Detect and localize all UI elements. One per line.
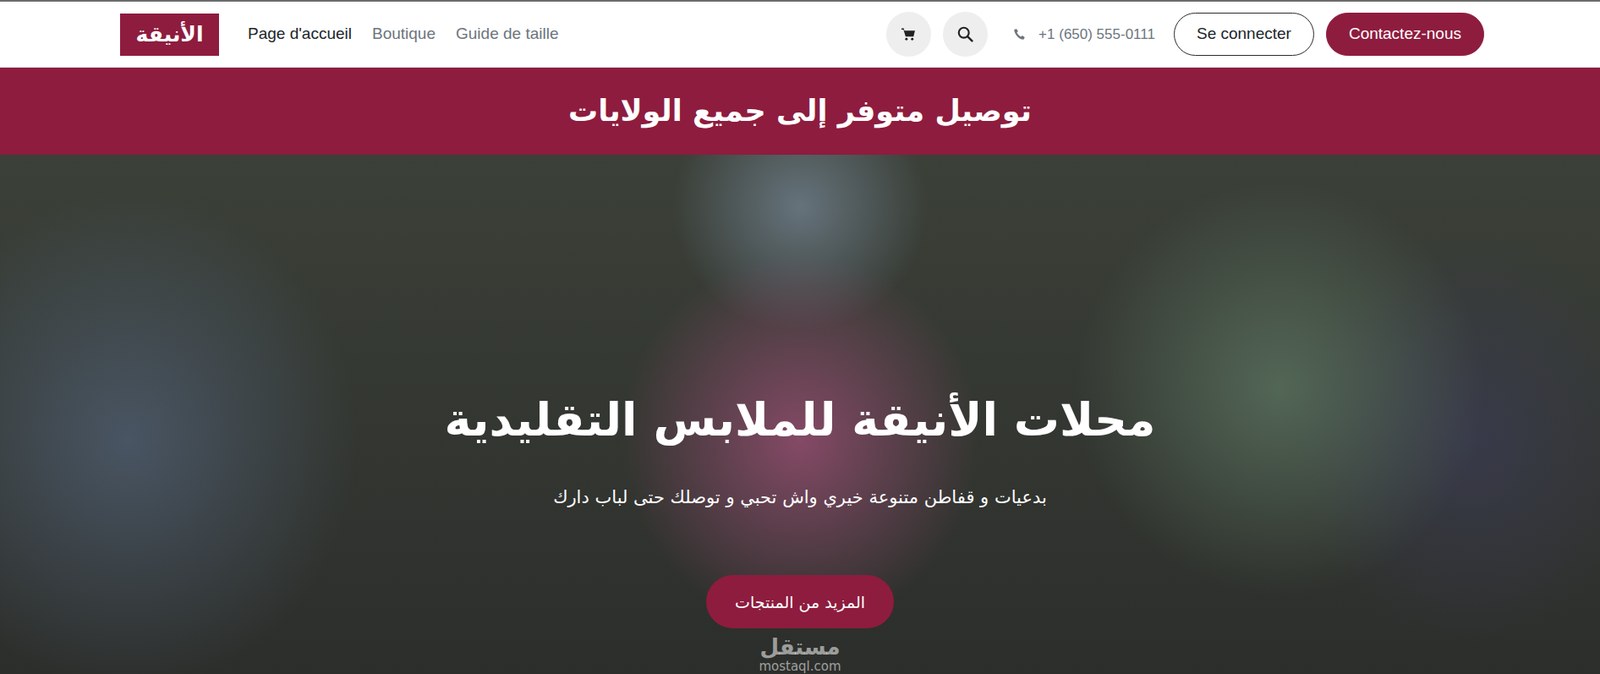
logo[interactable]: الأنيقة [120,13,220,56]
login-button[interactable]: Se connecter [1173,12,1315,56]
watermark-url: mostaql.com [0,659,1600,674]
shipping-banner: توصيل متوفر إلى جميع الولايات [0,67,1600,155]
hero-section: محلات الأنيقة للملابس التقليدية بدعيات و… [0,154,1600,674]
nav-item[interactable]: Page d'accueil [239,16,361,52]
phone-link[interactable]: +1 (650) 555-0111 [1013,23,1156,46]
nav-menu: Page d'accueilBoutiqueGuide de taille [239,16,567,52]
more-products-button[interactable]: المزيد من المنتجات [706,575,894,629]
watermark-text: مستقل [0,635,1600,660]
search-icon [957,26,974,43]
nav-item[interactable]: Guide de taille [447,16,567,52]
contact-button[interactable]: Contactez-nous [1326,12,1485,56]
hero-subtitle: بدعيات و قفاطن متنوعة خيري واش تحبي و تو… [0,484,1600,512]
search-button[interactable] [942,11,988,57]
cart-button[interactable] [886,11,932,57]
phone-number[interactable]: +1 (650) 555-0111 [1038,23,1156,46]
hero-title: محلات الأنيقة للملابس التقليدية [0,393,1600,449]
watermark: مستقل mostaql.com [0,635,1600,674]
phone-icon [1013,27,1027,42]
banner-text: توصيل متوفر إلى جميع الولايات [568,88,1032,134]
top-navbar: الأنيقة Page d'accueilBoutiqueGuide de t… [0,1,1600,68]
nav-item[interactable]: Boutique [363,16,444,52]
cart-icon [901,27,916,42]
nav-actions: +1 (650) 555-0111 Se connecter Contactez… [886,11,1485,57]
